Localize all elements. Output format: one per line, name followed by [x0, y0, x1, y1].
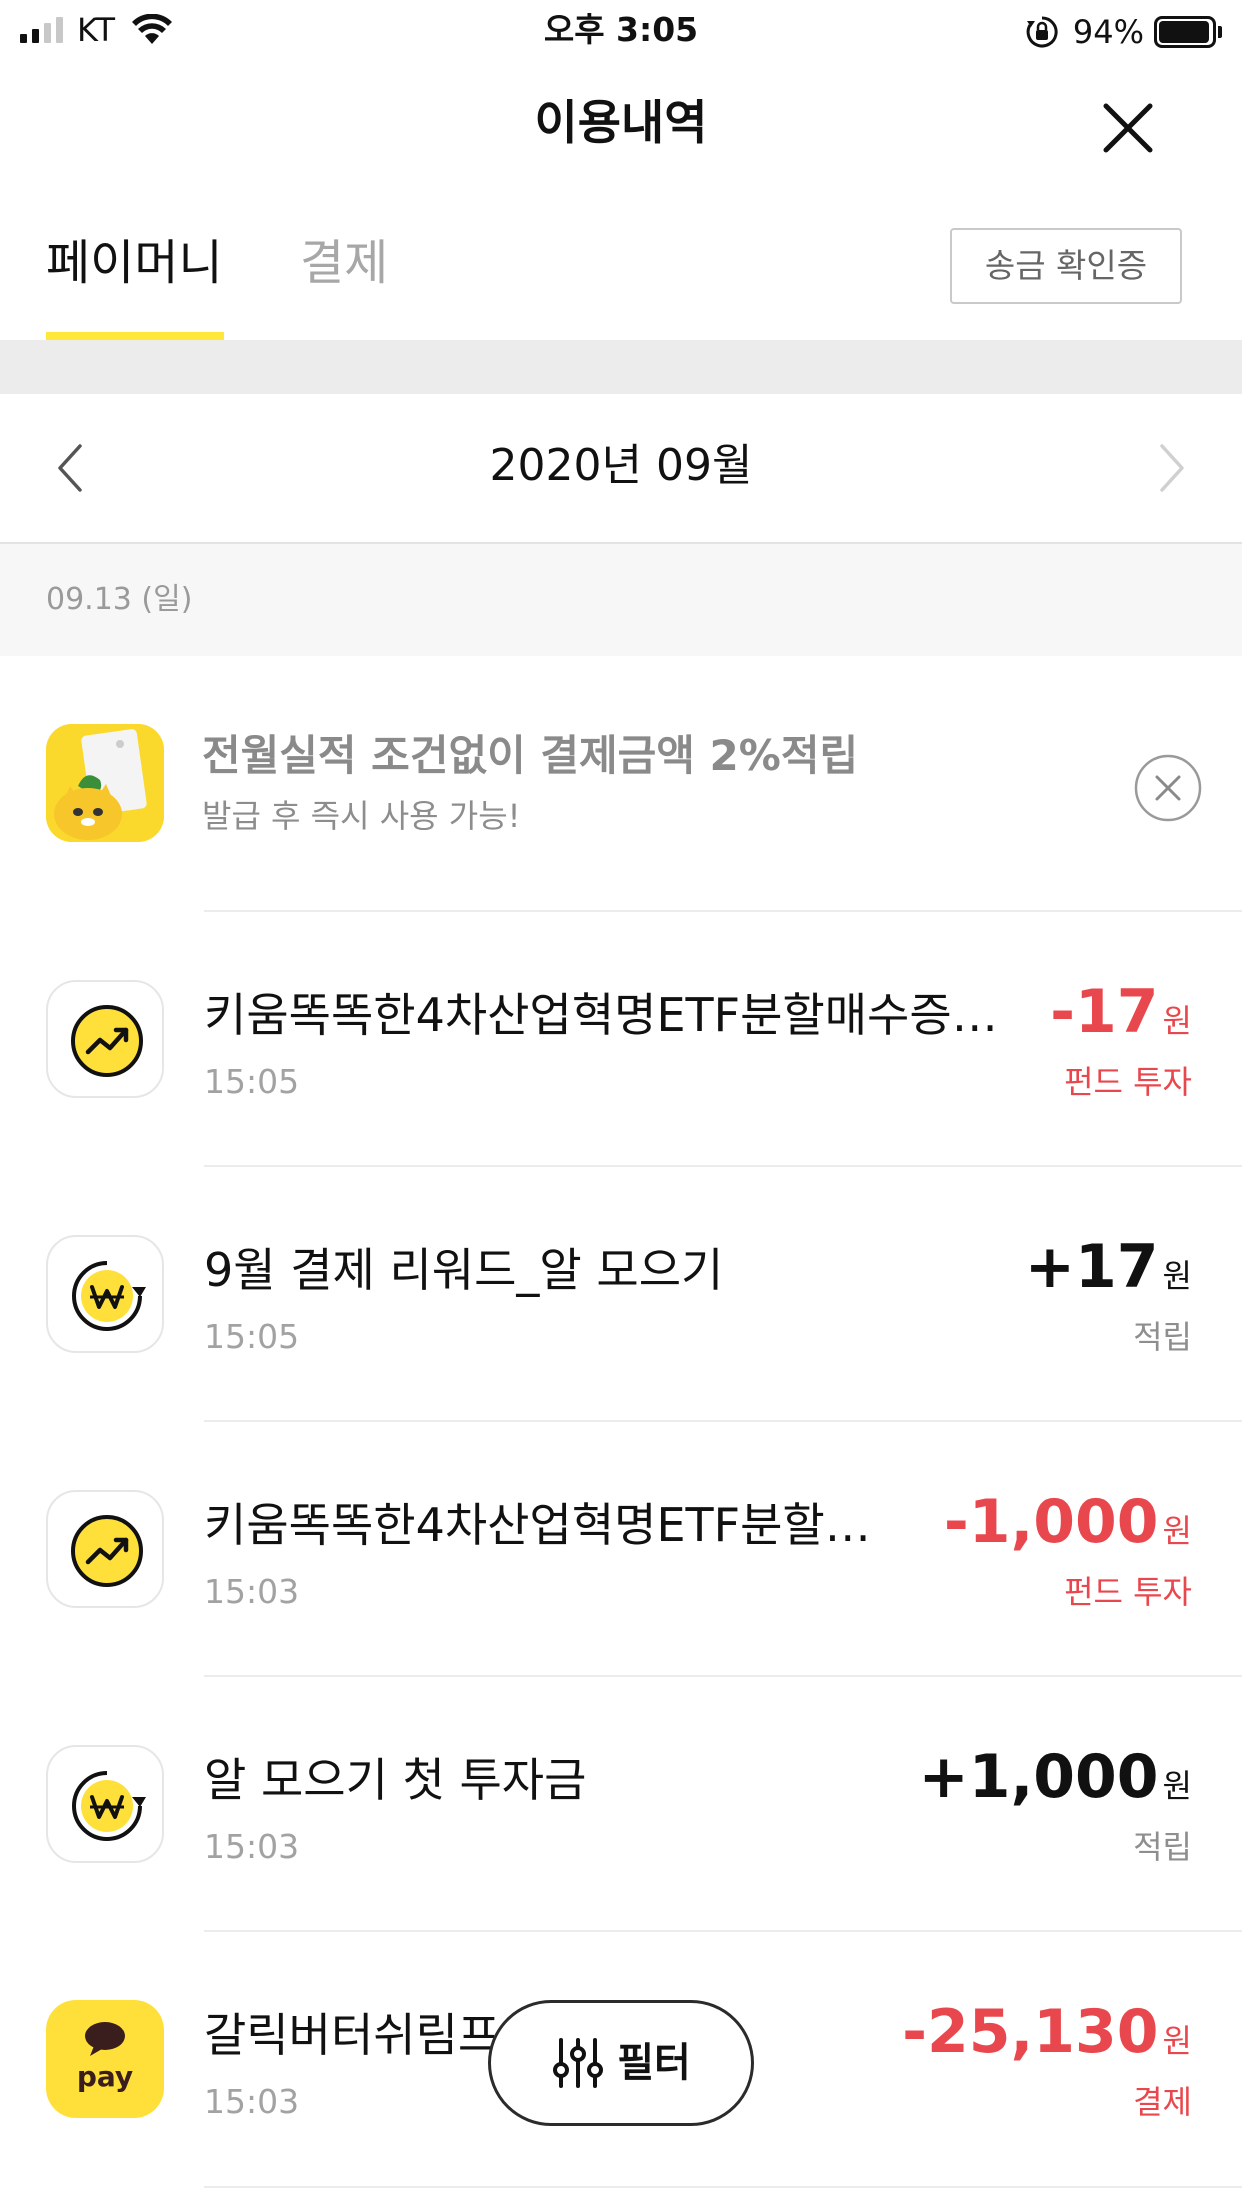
amount-value: +1,000 [918, 1742, 1159, 1812]
transaction-amount: +17 원 [1025, 1229, 1192, 1305]
battery-percentage: 94% [1072, 13, 1144, 51]
transaction-amount: +1,000 원 [918, 1739, 1192, 1815]
transaction-amount: -1,000 원 [944, 1484, 1192, 1560]
transaction-row[interactable]: 키움똑똑한4차산업혁명ETF분할매수증… 15:05 -17 원 펀드 투자 [0, 910, 1242, 1165]
tab-paymoney[interactable]: 페이머니 [46, 228, 223, 298]
date-label: 09.13 (일) [46, 582, 193, 617]
filter-button[interactable]: 필터 [488, 2000, 754, 2126]
status-right: 94% [1025, 12, 1222, 52]
tab-bar: 페이머니 결제 송금 확인증 [0, 190, 1242, 340]
amount-unit: 원 [1162, 1512, 1192, 1550]
page-header: 이용내역 [0, 62, 1242, 190]
date-section-header: 09.13 (일) [0, 544, 1242, 656]
amount-value: +17 [1024, 1232, 1159, 1302]
transaction-amount: -25,130 원 [902, 1994, 1192, 2070]
filter-sliders-icon [553, 2038, 604, 2088]
amount-unit: 원 [1162, 1002, 1192, 1040]
investment-chart-icon [46, 1490, 164, 1608]
transaction-time: 15:05 [204, 1317, 300, 1356]
won-reward-icon [46, 1745, 164, 1863]
transfer-receipt-button[interactable]: 송금 확인증 [950, 228, 1182, 304]
filter-label: 필터 [617, 2040, 691, 2086]
transaction-time: 15:03 [204, 2082, 300, 2121]
status-bar: KT 오후 3:05 94% [0, 0, 1242, 62]
amount-value: -1,000 [943, 1487, 1159, 1557]
transaction-row[interactable]: 키움똑똑한4차산업혁명ETF분할… 15:03 -1,000 원 펀드 투자 [0, 1420, 1242, 1675]
month-label: 2020년 09월 [489, 440, 753, 491]
row-divider [204, 1420, 1242, 1422]
amount-unit: 원 [1162, 1767, 1192, 1805]
transaction-row[interactable]: 알 모으기 첫 투자금 15:03 +1,000 원 적립 [0, 1675, 1242, 1930]
amount-unit: 원 [1162, 1257, 1192, 1295]
card-promo-icon [46, 724, 164, 842]
transaction-time: 15:03 [204, 1572, 300, 1611]
section-divider [0, 340, 1242, 394]
close-icon[interactable] [1098, 98, 1158, 158]
transaction-title: 알 모으기 첫 투자금 [204, 1753, 587, 1807]
transaction-category: 펀드 투자 [1064, 1573, 1192, 1611]
amount-value: -25,130 [902, 1997, 1159, 2067]
row-divider [204, 1675, 1242, 1677]
amount-unit: 원 [1162, 2022, 1192, 2060]
promo-subtitle: 발급 후 즉시 사용 가능! [202, 797, 521, 835]
row-divider [204, 1165, 1242, 1167]
row-divider [204, 1930, 1242, 1932]
tab-payment[interactable]: 결제 [300, 228, 388, 298]
page-title: 이용내역 [534, 96, 708, 151]
transaction-category: 결제 [1133, 2083, 1192, 2121]
transaction-title: 키움똑똑한4차산업혁명ETF분할… [204, 1498, 871, 1552]
promo-banner[interactable]: 전월실적 조건없이 결제금액 2%적립 발급 후 즉시 사용 가능! [0, 656, 1242, 910]
transaction-time: 15:05 [204, 1062, 300, 1101]
transaction-category: 펀드 투자 [1064, 1063, 1192, 1101]
active-tab-indicator [46, 332, 224, 340]
row-divider [204, 910, 1242, 912]
chevron-right-icon[interactable] [1152, 438, 1192, 498]
pay-icon-label: pay [77, 2060, 133, 2093]
transaction-category: 적립 [1133, 1828, 1192, 1866]
amount-value: -17 [1050, 977, 1159, 1047]
transaction-row[interactable]: 9월 결제 리워드_알 모으기 15:05 +17 원 적립 [0, 1165, 1242, 1420]
won-reward-icon [46, 1235, 164, 1353]
transaction-amount: -17 원 [1050, 974, 1192, 1050]
investment-chart-icon [46, 980, 164, 1098]
transaction-title: 9월 결제 리워드_알 모으기 [204, 1243, 724, 1297]
promo-title: 전월실적 조건없이 결제금액 2%적립 [202, 731, 859, 780]
month-navigator: 2020년 09월 [0, 394, 1242, 544]
battery-icon [1154, 16, 1222, 48]
row-divider [204, 2186, 1242, 2188]
transaction-category: 적립 [1133, 1318, 1192, 1356]
close-circle-icon[interactable] [1134, 754, 1202, 822]
transaction-title: 키움똑똑한4차산업혁명ETF분할매수증… [204, 988, 998, 1042]
transaction-time: 15:03 [204, 1827, 300, 1866]
transaction-title: 갈릭버터쉬림프 [204, 2008, 501, 2062]
orientation-lock-icon [1026, 16, 1058, 48]
kakao-pay-icon: pay [46, 2000, 164, 2118]
